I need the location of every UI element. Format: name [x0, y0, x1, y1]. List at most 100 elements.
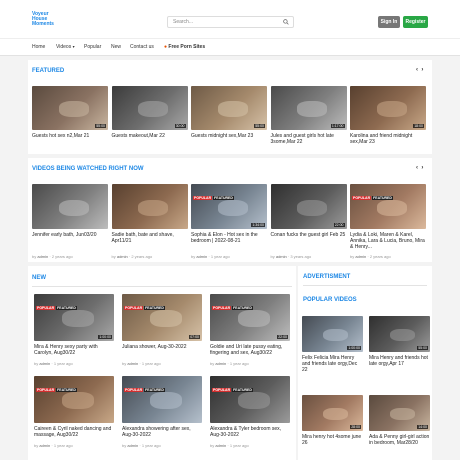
author-link[interactable]: admin — [196, 254, 207, 259]
video-title[interactable]: Felix Felicia Mira Henry and friends lat… — [302, 355, 363, 373]
video-thumbnail[interactable]: 55:00 — [369, 316, 430, 352]
duration-label: 22:00 — [277, 335, 288, 339]
fire-icon: ● — [164, 44, 168, 50]
featured-badge: FEATURED — [232, 388, 253, 392]
video-title[interactable]: Ada & Penny girl-girl action in bedroom,… — [369, 434, 430, 446]
nav-home[interactable]: Home — [32, 44, 45, 50]
author-link[interactable]: admin — [127, 443, 138, 448]
author-link[interactable]: admin — [355, 254, 366, 259]
divider — [32, 286, 292, 287]
video-title[interactable]: Jules and guest girls hot late 3some,Mar… — [271, 133, 347, 145]
sidebar: ADVERTISMENT POPULAR VIDEOS 1:00:00 Felix… — [298, 266, 432, 460]
video-thumbnail[interactable]: 22:00 — [270, 184, 347, 229]
video-title[interactable]: Alexandra & Tyler bedroom sex, Aug-30-20… — [210, 426, 290, 438]
video-thumbnail[interactable]: POPULAR FEATURED — [122, 376, 202, 423]
video-thumbnail[interactable]: POPULAR FEATURED — [350, 184, 426, 229]
video-meta: by admin · 2 years ago — [32, 254, 73, 259]
divider — [303, 285, 427, 286]
video-thumbnail[interactable]: 28:00 — [302, 395, 363, 431]
duration-label: 55:00 — [254, 124, 265, 128]
video-thumbnail[interactable] — [32, 184, 108, 229]
search-input[interactable]: Search... — [167, 16, 294, 28]
author-link[interactable]: admin — [215, 443, 226, 448]
video-title[interactable]: Mira & Henry sexy party with Carolyn, Au… — [34, 344, 114, 356]
video-thumbnail[interactable]: POPULAR FEATURED 1:34:00 — [191, 184, 267, 229]
video-thumbnail[interactable]: 55:00 — [191, 86, 267, 130]
site-logo[interactable]: Voyeur House Moments — [32, 12, 62, 27]
video-thumbnail[interactable]: 30:00 — [111, 86, 188, 130]
video-title[interactable]: Juliana shower, Aug-30-2022 — [122, 344, 202, 350]
video-age: 3 years ago — [290, 254, 312, 259]
video-thumbnail[interactable]: 18:00 — [350, 86, 426, 130]
carousel-arrows: ‹ › — [416, 165, 423, 171]
video-title[interactable]: Guests midnight sex,Mar 23 — [191, 133, 267, 139]
author-link[interactable]: admin — [117, 254, 128, 259]
section-title: NEW — [32, 275, 46, 281]
video-age: 2 years ago — [369, 254, 391, 259]
video-title[interactable]: Sophia & Elon - Hot sex in the bedroom |… — [191, 232, 267, 244]
thumbnail-scene — [58, 101, 89, 117]
thumbnail-scene — [323, 407, 348, 421]
video-age: 2 years ago — [131, 254, 153, 259]
badges: POPULAR FEATURED — [36, 378, 78, 396]
duration-label: 55:00 — [95, 124, 106, 128]
video-thumbnail[interactable]: 1:00:00 — [302, 316, 363, 352]
video-title[interactable]: Jennifer early bath, Jun03/20 — [32, 232, 108, 238]
video-title[interactable]: Lydia & Loki, Maren & Karel, Annika, Lar… — [350, 232, 426, 250]
duration-label: 55:00 — [417, 346, 428, 350]
video-meta: by admin · 1 year ago — [122, 361, 161, 366]
video-thumbnail[interactable] — [111, 184, 188, 229]
video-title[interactable]: Guests makeout,Mar 22 — [112, 133, 188, 139]
featured-badge: FEATURED — [144, 306, 165, 310]
video-thumbnail[interactable]: 1:17:00 — [270, 86, 347, 130]
video-title[interactable]: Goldie and Uri late pussy eating, finger… — [210, 344, 290, 356]
nav-new[interactable]: New — [111, 44, 121, 50]
sign-in-button[interactable]: Sign In — [378, 16, 400, 28]
new-section: NEW POPULAR FEATURED 1:00:00 Mira & Henry s… — [28, 266, 296, 460]
video-thumbnail[interactable]: POPULAR FEATURED — [34, 376, 114, 423]
video-thumbnail[interactable]: POPULAR FEATURED 1:00:00 — [34, 294, 114, 341]
video-title[interactable]: Alexandra showering after sex, Aug-30-20… — [122, 426, 202, 438]
video-title[interactable]: Mira Henry and friends hot late orgy,Apr… — [369, 355, 430, 367]
badges: POPULAR FEATURED — [212, 378, 254, 396]
author-link[interactable]: admin — [215, 361, 226, 366]
search-icon[interactable] — [283, 19, 289, 25]
nav-free-sites[interactable]: ● Free Porn Sites — [164, 44, 205, 50]
video-thumbnail[interactable]: 55:00 — [32, 86, 108, 130]
chevron-left-icon[interactable]: ‹ — [416, 67, 418, 73]
video-title[interactable]: Conan fucks the guest girl Feb 25 — [271, 232, 347, 238]
badges: POPULAR FEATURED — [124, 378, 166, 396]
popular-badge: POPULAR — [193, 196, 213, 200]
badges: POPULAR FEATURED — [352, 186, 394, 204]
video-title[interactable]: Karolina and friend midnight sex,Mar 23 — [350, 133, 426, 145]
video-thumbnail[interactable]: POPULAR FEATURED 22:00 — [210, 294, 290, 341]
nav-popular[interactable]: Popular — [84, 44, 101, 50]
video-title[interactable]: Sadie bath, bate and shave, Apr11/21 — [112, 232, 188, 244]
author-link[interactable]: admin — [39, 361, 50, 366]
video-title[interactable]: Guests hot sex n2,Mar 21 — [32, 133, 108, 139]
duration-label: 14:00 — [417, 425, 428, 429]
video-meta: by admin · 1 year ago — [210, 443, 249, 448]
video-title[interactable]: Mira henry hot 4some june 26 — [302, 434, 363, 446]
video-thumbnail[interactable]: POPULAR FEATURED — [210, 376, 290, 423]
popular-videos-title: POPULAR VIDEOS — [303, 297, 357, 303]
chevron-left-icon[interactable]: ‹ — [416, 165, 418, 171]
nav-videos[interactable]: Videos ▾ — [56, 44, 75, 50]
register-button[interactable]: Register — [403, 16, 428, 28]
video-age: 1 year ago — [141, 443, 161, 448]
chevron-right-icon[interactable]: › — [421, 67, 423, 73]
video-age: 1 year ago — [53, 361, 73, 366]
video-thumbnail[interactable]: POPULAR FEATURED 07:00 — [122, 294, 202, 341]
search-placeholder: Search... — [173, 19, 194, 25]
author-link[interactable]: admin — [276, 254, 287, 259]
video-meta: by admin · 2 years ago — [111, 254, 153, 259]
video-thumbnail[interactable]: 14:00 — [369, 395, 430, 431]
video-title[interactable]: Caireen & Cyril naked dancing and massag… — [34, 426, 114, 438]
author-link[interactable]: admin — [39, 443, 50, 448]
nav-contact[interactable]: Contact us — [130, 44, 154, 50]
video-age: 1 year ago — [229, 443, 249, 448]
author-link[interactable]: admin — [127, 361, 138, 366]
author-link[interactable]: admin — [37, 254, 48, 259]
badges: POPULAR FEATURED — [124, 296, 166, 314]
chevron-right-icon[interactable]: › — [421, 165, 423, 171]
